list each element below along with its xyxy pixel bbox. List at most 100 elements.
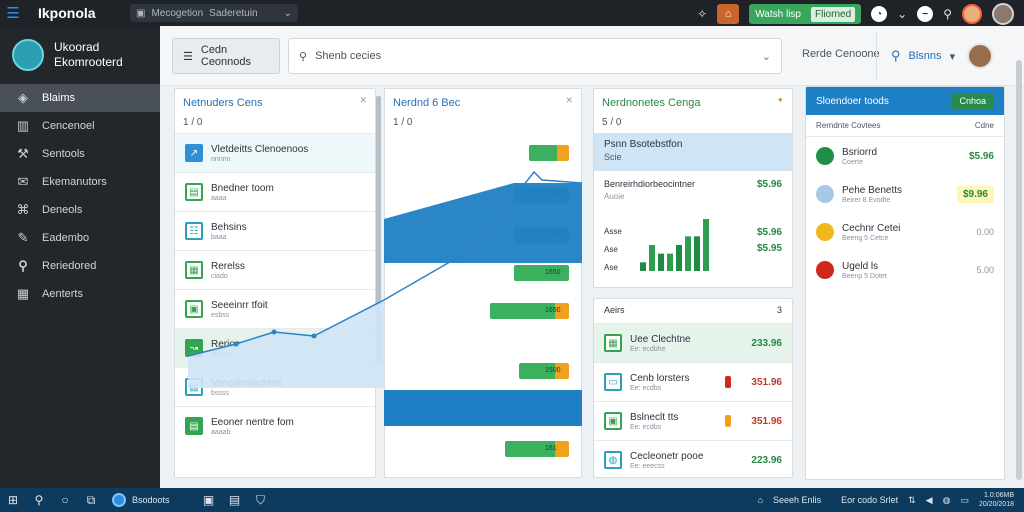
edit-icon: ✎ — [17, 230, 29, 245]
taskbar-app-label: Bsodoots — [132, 495, 170, 505]
filtered-label: Fliorned — [811, 6, 856, 22]
list-icon: ☰ — [183, 50, 193, 63]
progress-bar — [529, 145, 569, 161]
taskbar-app-browser[interactable]: Bsodoots — [104, 488, 178, 512]
chart-bar — [658, 253, 664, 271]
clock[interactable]: 1.0:06MB 20/20/2018 — [979, 491, 1014, 509]
taskbar: ⊞ ⚲ ○ ⧉ Bsodoots ▣ ▤ ⛉ ⌂ Seeeh Enlis Eor… — [0, 488, 1024, 512]
list-item[interactable]: ▣ Seeeinrr tfoit esbss — [175, 289, 375, 328]
list-item[interactable]: Bsriorrd Coerte $5.96 — [806, 137, 1004, 175]
message-icon[interactable]: ▭ — [960, 495, 969, 506]
list-item[interactable]: ☷ Behsins baaa — [175, 211, 375, 250]
sidebar-item-reriedored[interactable]: ⚲ Reriedored — [0, 252, 160, 280]
sidebar-item-deneols[interactable]: ⌘ Deneols — [0, 196, 160, 224]
search-value: Shenb cecies — [315, 50, 382, 62]
list-item[interactable]: ▤ Bnedner toom aaaa — [175, 172, 375, 211]
panel-subtitle: 3 — [776, 305, 782, 315]
chart-bar — [676, 245, 682, 271]
list-item[interactable]: ▣ Bslneclt tts Ee: ecdbs 351.96 — [594, 401, 792, 440]
axis-label: Ase — [604, 263, 618, 272]
shield-icon[interactable]: ⛉ — [248, 488, 274, 512]
list-item[interactable]: ▦ Rerelss ciado — [175, 250, 375, 289]
list-item-title: Eeoner nentre fom — [211, 417, 294, 428]
list-item-text: Pehe Benetts Beirer 8 Evodte — [842, 184, 902, 204]
notification-avatar[interactable] — [962, 4, 982, 24]
list-item[interactable]: ▨ Vencdenlechtes bssss — [175, 367, 375, 406]
panel-stats: Nerdnonetes Cenga 5 / 0 ✦ Psnn Bsotebstf… — [593, 88, 793, 288]
amount: $5.96 — [968, 150, 994, 162]
sidebar-item-aenterts[interactable]: ▦ Aenterts — [0, 280, 160, 308]
sidebar-item-blaims[interactable]: ◈ Blaims — [0, 84, 160, 112]
wrench-icon: ⚒ — [17, 146, 29, 161]
hamburger-menu-icon[interactable]: ☰ — [0, 0, 26, 26]
sidebar-item-cencenoel[interactable]: ▥ Cencenoel — [0, 112, 160, 140]
amount: 223.96 — [751, 454, 782, 466]
network-icon[interactable]: ⇅ — [908, 495, 916, 506]
watch-list-button[interactable]: Watsh lisp Fliorned — [749, 4, 862, 24]
clock-icon[interactable]: ◔ — [871, 6, 888, 22]
list-item[interactable]: ▦ Uee Clechtne Ee: ecdbhe 233.96 — [594, 323, 792, 362]
sidebar-user[interactable]: Ukoorad Ekomrooterd — [0, 26, 160, 84]
chevron-down-icon[interactable]: ⌄ — [897, 7, 907, 21]
close-icon[interactable]: ✕ — [359, 95, 367, 106]
sidebar-item-label: Deneols — [42, 204, 83, 216]
sidebar-item-label: Reriedored — [42, 260, 97, 272]
list-item[interactable]: ↝ Rerioo elano — [175, 328, 375, 367]
sidebar-item-sentools[interactable]: ⚒ Sentools — [0, 140, 160, 168]
list-item[interactable]: ◍ Cecleonetr pooe Ee: eeecss 223.96 — [594, 440, 792, 477]
user-avatar[interactable] — [992, 3, 1014, 25]
panel-title: Netnuders Cens — [183, 97, 263, 109]
star-icon[interactable]: ✦ — [776, 95, 784, 106]
panel-title: Sloendoer toods — [816, 95, 889, 107]
tray-icon[interactable]: ⌂ — [758, 495, 763, 505]
terminal-icon[interactable]: ▣ — [196, 488, 222, 512]
window-icon: ▣ — [136, 7, 146, 19]
extension-icon[interactable]: ✧ — [697, 7, 707, 21]
page-scrollbar[interactable] — [1016, 60, 1022, 480]
highlight-title: Psnn Bsotebstfon — [604, 139, 683, 150]
panel-accounts: Aeirs 3 ▦ Uee Clechtne Ee: ecdbhe 233.96 ▭ Ce… — [593, 298, 793, 478]
list-item[interactable]: ▭ Cenb lorsters Ee: ecdbs 351.96 — [594, 362, 792, 401]
status-dot — [816, 185, 834, 203]
list-item[interactable]: Cechnr Cetei Beeng 5 Cetce 0.00 — [806, 213, 1004, 251]
sidebar-item-eadembo[interactable]: ✎ Eadembo — [0, 224, 160, 252]
highlight-block[interactable]: Psnn Bsotebstfon Scie — [594, 133, 792, 171]
list-item-text: Bsriorrd Coerte — [842, 146, 877, 166]
stat-value: $5.96 — [756, 227, 782, 238]
change-button[interactable]: Cnhoa — [951, 93, 994, 109]
close-icon[interactable]: ✕ — [565, 95, 573, 106]
status-dot — [816, 261, 834, 279]
minus-circle-icon[interactable]: − — [917, 6, 934, 22]
list-item-text: Bnedner toom aaaa — [211, 182, 274, 202]
calc-icon: ▣ — [604, 412, 622, 430]
search-icon[interactable]: ⚲ — [26, 488, 52, 512]
list-item[interactable]: ↗ Vletdeitts Clenoenoos nnnnn — [175, 133, 375, 172]
header-link[interactable]: Rerde Cenoone — [802, 48, 880, 60]
list-item[interactable]: ▤ Eeoner nentre fom aaaab — [175, 406, 375, 445]
list-item[interactable]: Ugeld ls Beenp 5 Dotet 5.00 — [806, 251, 1004, 289]
panel-title: Nerdnonetes Cenga — [602, 97, 701, 109]
folder-icon[interactable]: ▤ — [222, 488, 248, 512]
list-item[interactable]: Pehe Benetts Beirer 8 Evodte $9.96 — [806, 175, 1004, 213]
image-icon: ▨ — [185, 378, 203, 396]
sidebar-item-ekemanutors[interactable]: ✉ Ekemanutors — [0, 168, 160, 196]
cortana-icon[interactable]: ○ — [52, 488, 78, 512]
chart-bar — [649, 245, 655, 271]
list-item-title: Rerelss — [211, 261, 245, 272]
pin-icon[interactable]: ⚲ — [943, 7, 952, 21]
wifi-icon[interactable]: ◍ — [943, 495, 951, 506]
task-view-icon[interactable]: ⧉ — [78, 488, 104, 512]
home-icon[interactable]: ⌂ — [717, 4, 740, 24]
menu-button[interactable]: ☰ Cedn Ceonnods — [172, 38, 280, 74]
list-item-title: Vencdenlechtes — [211, 378, 282, 389]
volume-icon[interactable]: ◀ — [926, 495, 933, 506]
top-search[interactable]: ▣ Mecogetion Saderetuin ⌄ — [130, 4, 298, 22]
bar-label: 1650 — [545, 407, 561, 414]
search-input[interactable]: ⚲ Shenb cecies ⌄ — [288, 38, 782, 74]
panel-header-bar: Sloendoer toods Cnhoa — [806, 87, 1004, 115]
chevron-icon[interactable]: ⌄ — [762, 50, 771, 63]
header-user[interactable]: ⚲ Blsnns ▾ — [876, 32, 1016, 80]
panel-scrollbar[interactable] — [376, 96, 381, 362]
start-icon[interactable]: ⊞ — [0, 488, 26, 512]
browser-icon — [112, 493, 126, 507]
